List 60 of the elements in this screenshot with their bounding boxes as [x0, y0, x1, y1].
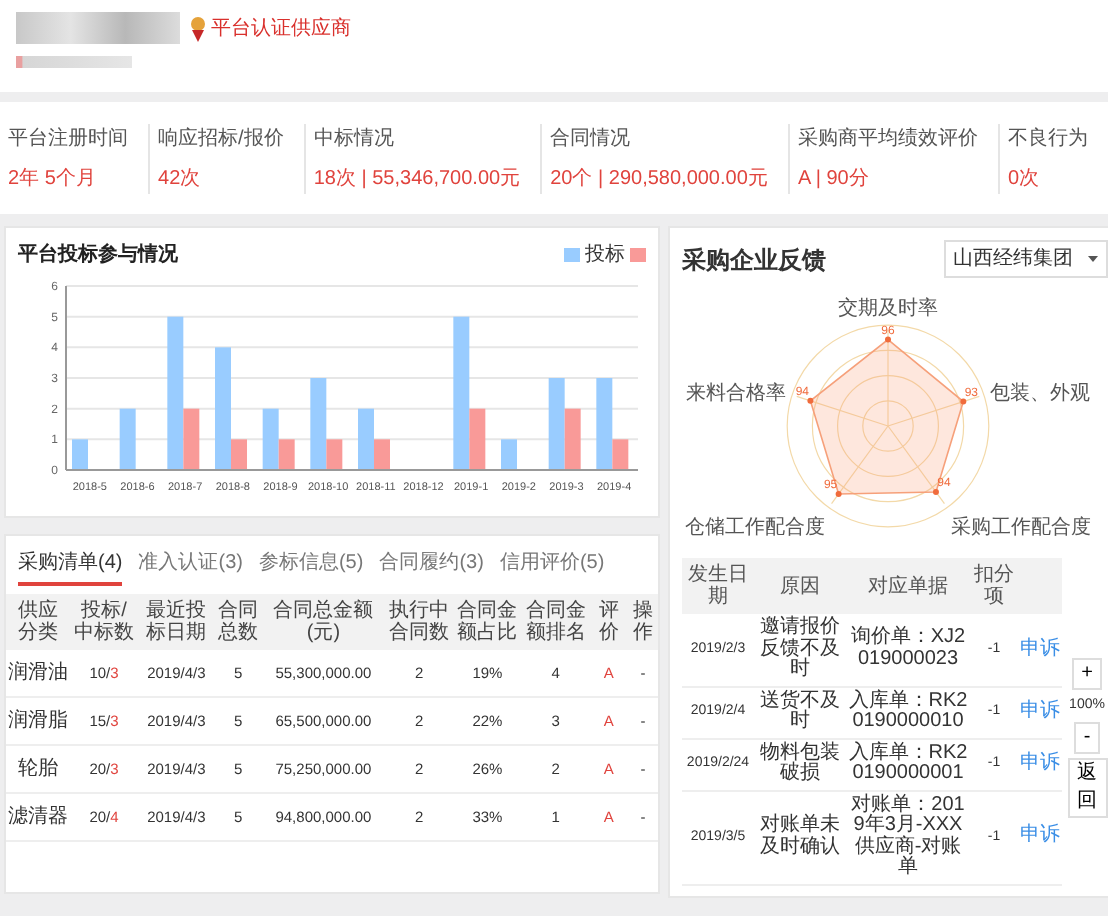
- column-header: 发生日期: [682, 558, 754, 614]
- table-cell: 邀请报价反馈不及时: [754, 614, 846, 686]
- column-header: 合同金额排名: [521, 594, 590, 650]
- stat-label: 合同情况: [550, 125, 633, 153]
- table-cell: 润滑脂: [6, 697, 70, 745]
- radar-axis-label: 包装、外观: [990, 382, 1091, 405]
- stat-value: 0次: [1007, 165, 1042, 193]
- stat-value: 18次 | 55,346,700.00元: [313, 165, 523, 193]
- stat-label: 不良行为: [1007, 125, 1090, 153]
- column-header: 合同金额占比: [453, 594, 522, 650]
- radar-axis-label: 采购工作配合度: [951, 517, 1092, 539]
- table-cell: 送货不及时: [754, 686, 846, 738]
- stat-label: 中标情况: [313, 125, 396, 153]
- column-header: 最近投标日期: [138, 594, 215, 650]
- table-cell: 滤清器: [6, 793, 70, 841]
- stat-value: A | 90分: [797, 165, 871, 193]
- tab[interactable]: 参标信息(5): [258, 544, 364, 586]
- stat-value: 2年 5个月: [8, 165, 98, 193]
- appeal-link[interactable]: 申诉: [1020, 753, 1060, 775]
- column-header: 扣分项: [970, 558, 1018, 614]
- column-header: 合同总金额(元): [261, 594, 386, 650]
- table-cell: 对账单：2019年3月-XXX供应商-对账单: [846, 790, 970, 884]
- radar-axis-label: 交期及时率: [838, 298, 938, 321]
- chart-title: 平台投标参与情况: [18, 241, 178, 270]
- table-cell: 入库单：RK20190000010: [846, 686, 970, 738]
- feedback-title: 采购企业反馈: [682, 243, 826, 277]
- zoom-in-button[interactable]: +: [1071, 658, 1103, 690]
- tab[interactable]: 采购清单(4): [18, 544, 123, 586]
- table-cell: 轮胎: [6, 745, 70, 793]
- table-cell: 入库单：RK20190000001: [846, 738, 970, 790]
- stat-label: 采购商平均绩效评价: [797, 125, 980, 153]
- column-header: 操作: [628, 594, 658, 650]
- column-header: 对应单据: [846, 558, 970, 614]
- column-header: 供应分类: [6, 594, 70, 650]
- tab[interactable]: 合同履约(3): [379, 544, 484, 586]
- stat-value: 20个 | 290,580,000.00元: [550, 165, 770, 193]
- tab[interactable]: 信用评价(5): [499, 544, 605, 586]
- back-button[interactable]: 返回: [1067, 758, 1107, 818]
- column-header: 合同总数: [214, 594, 262, 650]
- zoom-out-button[interactable]: -: [1073, 721, 1101, 753]
- table-cell: 询价单：XJ2019000023: [846, 614, 970, 686]
- column-header: 原因: [754, 558, 846, 614]
- stat-label: 响应招标/报价: [158, 125, 286, 153]
- certified-supplier-label: 平台认证供应商: [211, 15, 351, 43]
- column-header: 执行中合同数: [385, 594, 454, 650]
- appeal-link[interactable]: 申诉: [1020, 826, 1060, 848]
- stat-value: 42次: [158, 165, 203, 193]
- radar-axis-label: 仓储工作配合度: [684, 517, 825, 539]
- legend-label: 投标: [585, 241, 625, 270]
- column-header: 投标/中标数: [69, 594, 139, 650]
- tab[interactable]: 准入认证(3): [138, 544, 243, 586]
- company-select[interactable]: 山西经纬集团: [943, 240, 1107, 278]
- stat-label: 平台注册时间: [8, 125, 130, 153]
- radar-axis-label: 来料合格率: [685, 382, 786, 405]
- appeal-link[interactable]: 申诉: [1020, 639, 1060, 660]
- table-cell: 对账单未及时确认: [754, 790, 846, 884]
- column-header: 评价: [589, 594, 628, 650]
- appeal-link[interactable]: 申诉: [1020, 701, 1060, 723]
- table-cell: 物料包装破损: [754, 738, 846, 790]
- table-cell: 润滑油: [6, 650, 70, 697]
